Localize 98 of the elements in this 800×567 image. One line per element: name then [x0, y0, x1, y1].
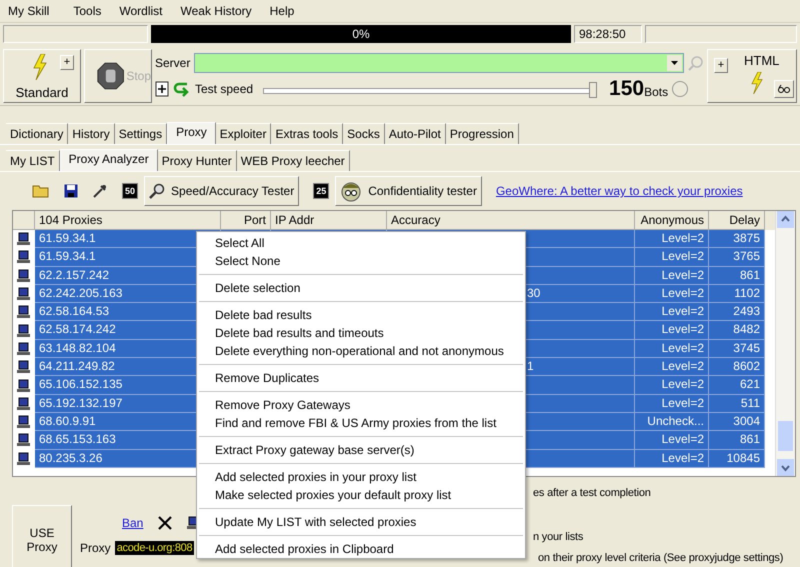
tab[interactable]: Extras tools — [271, 123, 344, 144]
proxy-field[interactable]: acode-u.org:808 — [114, 541, 194, 555]
tab[interactable]: History — [68, 123, 115, 144]
tab[interactable]: Progression — [446, 123, 519, 144]
radio-button[interactable] — [672, 81, 688, 97]
option-text: es after a test completion — [533, 487, 651, 499]
table-cell: Level=2 — [635, 431, 709, 450]
menu-item[interactable]: Add selected proxies in Clipboard — [197, 540, 525, 558]
table-cell: Level=2 — [635, 394, 709, 413]
geowhere-link[interactable]: GeoWhere: A better way to check your proxies — [496, 184, 743, 198]
glasses-icon[interactable] — [774, 80, 794, 98]
menu-item[interactable]: Make selected proxies your default proxy list — [197, 486, 525, 504]
table-cell: Level=2 — [635, 450, 709, 468]
server-field[interactable] — [194, 53, 684, 73]
table-cell: 3875 — [709, 230, 765, 248]
count-badge: 50 — [122, 183, 138, 199]
table-cell: Level=2 — [635, 303, 709, 322]
tab[interactable]: Exploiter — [216, 123, 272, 144]
table-cell: Uncheck... — [635, 412, 709, 432]
table-cell: Level=2 — [635, 284, 709, 304]
use-proxy-button[interactable]: USE Proxy — [12, 505, 72, 567]
table-cell: 3004 — [709, 412, 765, 432]
table-cell: 10845 — [709, 450, 765, 468]
speed-accuracy-button[interactable]: Speed/Accuracy Tester — [144, 176, 300, 206]
tab[interactable]: WEB Proxy leecher — [236, 150, 350, 171]
scroll-down-icon[interactable] — [777, 459, 794, 476]
elapsed-time: 98:28:50 — [574, 25, 642, 43]
eyedropper-icon[interactable] — [92, 183, 108, 199]
table-cell: 1102 — [709, 284, 765, 304]
table-cell: 861 — [709, 266, 765, 285]
lightning-icon[interactable] — [750, 72, 764, 94]
confidentiality-button[interactable]: Confidentiality tester — [335, 176, 482, 206]
menu-item[interactable]: Add selected proxies in your proxy list — [197, 468, 525, 486]
menu-item[interactable]: Help — [262, 4, 304, 18]
bots-count: 150 — [609, 77, 644, 101]
tab[interactable]: Socks — [343, 123, 385, 144]
table-cell: Level=2 — [635, 230, 709, 248]
table-cell: 621 — [709, 376, 765, 395]
computer-icon — [17, 305, 31, 320]
table-cell: 3765 — [709, 248, 765, 267]
table-cell: Level=2 — [635, 376, 709, 395]
computer-icon — [17, 360, 31, 374]
computer-icon — [17, 250, 31, 264]
tab[interactable]: Proxy — [167, 122, 216, 144]
table-cell: 8602 — [709, 358, 765, 376]
scrollbar[interactable] — [775, 211, 795, 476]
server-label: Server — [155, 56, 190, 70]
add-page-icon[interactable] — [155, 81, 169, 97]
table-cell: Level=2 — [635, 340, 709, 358]
count-badge: 25 — [313, 183, 330, 199]
lightning-icon — [32, 54, 48, 80]
test-speed-label: Test speed — [195, 82, 254, 96]
option-text: n your lists — [533, 531, 584, 543]
plus-button[interactable]: + — [714, 58, 728, 73]
computer-icon — [17, 287, 31, 302]
computer-icon — [17, 433, 31, 448]
tab[interactable]: Proxy Analyzer — [60, 149, 158, 171]
ban-link[interactable]: Ban — [122, 516, 144, 530]
tab[interactable]: Dictionary — [6, 123, 68, 144]
table-cell: Level=2 — [635, 358, 709, 376]
menu-item[interactable]: Weak History — [172, 4, 262, 18]
plus-button[interactable]: + — [60, 55, 74, 70]
search-icon — [149, 183, 166, 199]
table-cell: 2493 — [709, 303, 765, 322]
computer-icon — [17, 452, 31, 466]
proxy-label: Proxy — [80, 541, 111, 555]
menu-item[interactable]: Tools — [65, 4, 112, 18]
menu-item[interactable]: Update My LIST with selected proxies — [197, 513, 525, 531]
computer-icon — [17, 268, 31, 283]
computer-icon — [17, 324, 31, 338]
tab[interactable]: Auto-Pilot — [384, 123, 446, 144]
menu-item[interactable]: Wordlist — [111, 4, 172, 18]
scrollbar-thumb[interactable] — [778, 421, 793, 451]
table-cell: Level=2 — [635, 266, 709, 285]
close-icon[interactable] — [157, 515, 174, 531]
progress-text: 0% — [352, 27, 370, 41]
table-cell: 511 — [709, 394, 765, 413]
table-cell: 8482 — [709, 321, 765, 340]
table-cell: 861 — [709, 431, 765, 450]
computer-icon — [17, 415, 31, 430]
menu-item[interactable]: My Skill — [0, 4, 60, 18]
computer-icon — [17, 232, 31, 246]
option-text: on their proxy level criteria (See proxyjudge settings) — [538, 552, 784, 564]
bots-label: Bots — [644, 84, 668, 98]
computer-icon — [17, 342, 31, 356]
html-label: HTML — [744, 53, 780, 68]
table-cell: Level=2 — [635, 321, 709, 340]
spy-icon — [340, 180, 362, 202]
slider-thumb[interactable] — [589, 82, 598, 98]
computer-icon — [17, 378, 31, 393]
tab[interactable]: Proxy Hunter — [158, 150, 237, 171]
table-cell: 3745 — [709, 340, 765, 358]
standard-button[interactable]: Standard + — [3, 49, 81, 103]
computer-icon — [17, 396, 31, 411]
scroll-up-icon[interactable] — [777, 211, 794, 228]
folder-icon[interactable] — [32, 184, 50, 198]
save-icon[interactable] — [64, 184, 78, 198]
table-cell: Level=2 — [635, 248, 709, 267]
